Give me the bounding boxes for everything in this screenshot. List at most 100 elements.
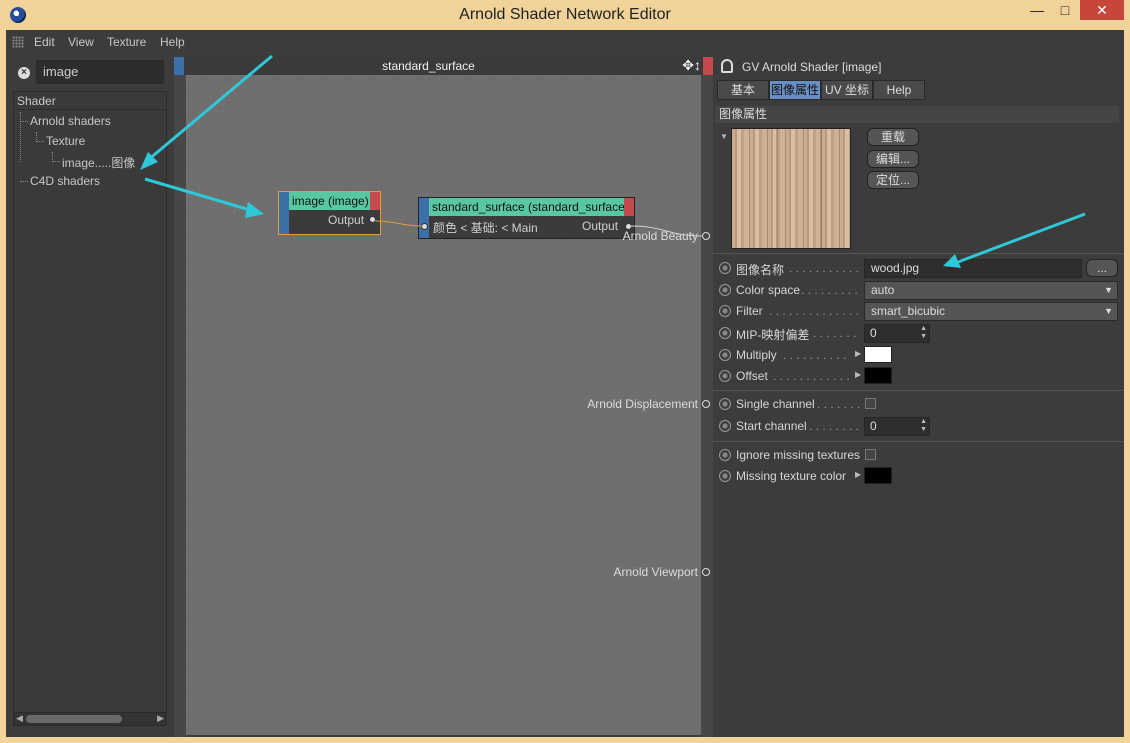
maximize-button[interactable]: □ (1052, 0, 1078, 20)
animate-radio[interactable] (719, 370, 731, 382)
animate-radio[interactable] (719, 449, 731, 461)
filename-field[interactable]: wood.jpg (864, 259, 1082, 278)
spinner-arrows-icon[interactable]: ▲ ▼ (920, 325, 927, 341)
colorspace-value: auto (871, 283, 895, 297)
expand-triangle-icon[interactable]: ▶ (855, 349, 861, 358)
menu-view[interactable]: View (68, 35, 94, 49)
section-header: 图像属性 (715, 106, 1119, 123)
locate-button[interactable]: 定位... (867, 171, 919, 189)
tab-uv-coordinates[interactable]: UV 坐标 (821, 80, 873, 100)
browse-button[interactable]: ... (1086, 259, 1118, 277)
tree-item-image[interactable]: image.....图像 (62, 154, 135, 171)
arnold-viewport-output-label: Arnold Viewport (613, 565, 699, 579)
colorspace-label: Color space (736, 283, 801, 297)
mip-bias-label: MIP-映射偏差 (736, 328, 810, 342)
canvas-title: standard_surface (382, 59, 475, 73)
collapse-preview-icon[interactable]: ▼ (720, 132, 728, 141)
separator (713, 253, 1124, 254)
filename-row: 图像名称 . . . . . . . . . . . . wood.jpg ..… (713, 258, 1124, 278)
ignore-missing-row: Ignore missing textures (713, 445, 1124, 465)
texture-preview (731, 128, 851, 249)
tree-line (20, 121, 28, 122)
start-channel-label: Start channel (736, 419, 807, 433)
menu-texture[interactable]: Texture (107, 35, 146, 49)
filter-label: Filter (736, 304, 763, 318)
colorspace-select[interactable]: auto ▼ (864, 281, 1118, 300)
expand-triangle-icon[interactable]: ▶ (855, 370, 861, 379)
animate-radio[interactable] (719, 398, 731, 410)
separator (713, 390, 1124, 391)
scroll-right-icon[interactable]: ▶ (157, 713, 164, 724)
standard-surface-input-port[interactable] (421, 223, 428, 230)
ignore-missing-checkbox[interactable] (865, 449, 876, 460)
image-node-output-port[interactable] (369, 216, 376, 223)
offset-row: Offset . . . . . . . . . . . . . ▶ (713, 366, 1124, 386)
label-dots: . . . . . . . . . . . . . (773, 369, 849, 383)
animate-radio[interactable] (719, 305, 731, 317)
arnold-beauty-port[interactable] (702, 232, 710, 240)
arnold-viewport-port[interactable] (702, 568, 710, 576)
node-output-strip (370, 192, 380, 210)
canvas-header: standard_surface ✥↕ (174, 57, 713, 75)
tree-item-texture[interactable]: Texture (46, 134, 85, 148)
arnold-displacement-port[interactable] (702, 400, 710, 408)
node-input-strip (419, 198, 429, 238)
image-node-output-label: Output (328, 213, 365, 227)
arnold-displacement-output-label: Arnold Displacement (587, 397, 698, 411)
tree-item-arnold-shaders[interactable]: Arnold shaders (30, 114, 111, 128)
arnold-beauty-output-label: Arnold Beauty (622, 229, 698, 243)
shader-tree: Shader Arnold shaders Texture image.....… (13, 91, 167, 713)
mip-bias-row: MIP-映射偏差 . . . . . . . . 0 ▲ ▼ (713, 323, 1124, 343)
node-input-strip (279, 192, 289, 234)
label-dots: . . . . . . . . . . . . . . . (769, 304, 861, 318)
menu-help[interactable]: Help (160, 35, 185, 49)
label-dots: . . . . . . . . (813, 326, 861, 340)
animate-radio[interactable] (719, 262, 731, 274)
animate-radio[interactable] (719, 349, 731, 361)
chevron-down-icon: ▼ (1104, 285, 1113, 295)
start-channel-field[interactable]: 0 ▲ ▼ (864, 417, 930, 436)
search-input[interactable]: image (36, 60, 164, 84)
multiply-label: Multiply (736, 348, 777, 362)
mip-bias-field[interactable]: 0 ▲ ▼ (864, 324, 930, 343)
animate-radio[interactable] (719, 284, 731, 296)
animate-radio[interactable] (719, 470, 731, 482)
animate-radio[interactable] (719, 420, 731, 432)
tab-help[interactable]: Help (873, 80, 925, 100)
clear-search-icon[interactable]: × (18, 67, 30, 79)
offset-color-swatch[interactable] (864, 367, 892, 384)
scroll-left-icon[interactable]: ◀ (16, 713, 23, 724)
multiply-row: Multiply . . . . . . . . . . . ▶ (713, 345, 1124, 365)
filter-value: smart_bicubic (871, 304, 946, 318)
scrollbar-thumb[interactable] (26, 715, 122, 723)
single-channel-checkbox[interactable] (865, 398, 876, 409)
image-node-title: image (image) (289, 192, 370, 210)
menu-edit[interactable]: Edit (34, 35, 55, 49)
animate-radio[interactable] (719, 327, 731, 339)
menu-grip-icon[interactable] (12, 36, 24, 48)
node-output-strip (624, 198, 634, 216)
minimize-button[interactable]: — (1024, 0, 1050, 20)
filter-select[interactable]: smart_bicubic ▼ (864, 302, 1118, 321)
edit-button[interactable]: 编辑... (867, 150, 919, 168)
spinner-arrows-icon[interactable]: ▲ ▼ (920, 418, 927, 434)
mip-bias-value: 0 (870, 326, 877, 340)
missing-color-swatch[interactable] (864, 467, 892, 484)
arnold-shader-icon (721, 59, 733, 73)
tab-basic[interactable]: 基本 (717, 80, 769, 100)
attributes-title: GV Arnold Shader [image] (742, 60, 882, 74)
expand-triangle-icon[interactable]: ▶ (855, 470, 861, 479)
tree-line (36, 141, 44, 142)
tab-image-properties[interactable]: 图像属性 (769, 80, 821, 100)
image-node[interactable]: image (image) Output (278, 191, 381, 235)
multiply-color-swatch[interactable] (864, 346, 892, 363)
close-button[interactable]: ✕ (1080, 0, 1124, 20)
separator (713, 441, 1124, 442)
tree-line (20, 181, 28, 182)
canvas-left-bar (174, 75, 186, 737)
reload-button[interactable]: 重载 (867, 128, 919, 146)
tree-header: Shader (14, 92, 166, 110)
move-icon[interactable]: ✥↕ (682, 57, 701, 74)
horizontal-scrollbar[interactable]: ◀ ▶ (13, 712, 167, 726)
tree-item-c4d-shaders[interactable]: C4D shaders (30, 174, 100, 188)
